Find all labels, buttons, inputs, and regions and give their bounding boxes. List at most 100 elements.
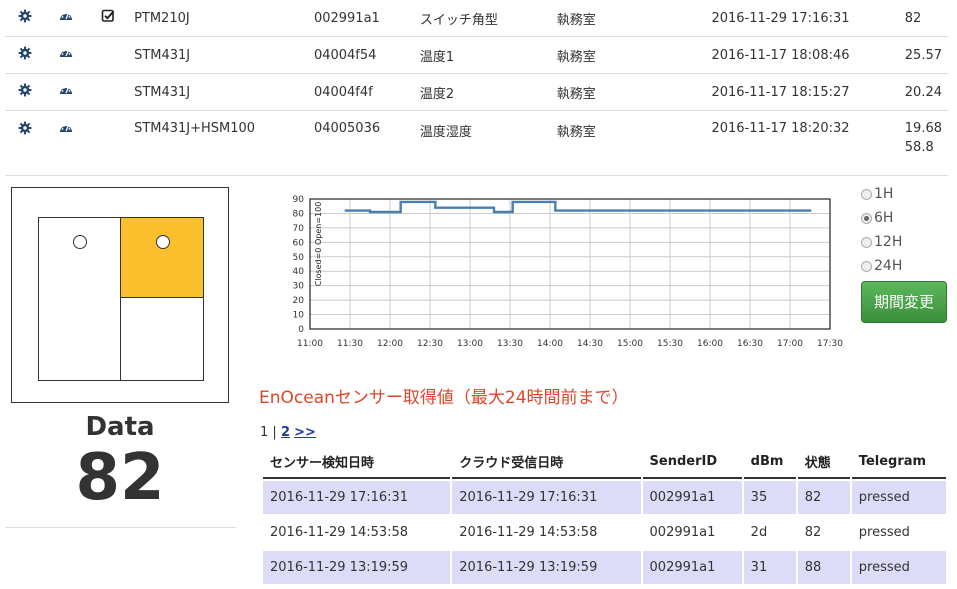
- sensor-row[interactable]: PTM210J 002991a1 スイッチ角型 執務室 2016-11-29 17:16…: [5, 0, 948, 37]
- radio-24h[interactable]: [861, 260, 872, 272]
- y-tick-label: 30: [293, 282, 305, 292]
- checkbox-cell[interactable]: [87, 73, 129, 111]
- gear-icon[interactable]: [18, 46, 32, 64]
- log-cell: 82: [797, 481, 850, 514]
- data-label: Data: [85, 412, 155, 442]
- series-line: [344, 200, 812, 214]
- speedometer-icon[interactable]: [59, 12, 73, 27]
- log-header: クラウド受信日時: [452, 445, 641, 479]
- period-option-6h[interactable]: 6H: [861, 206, 902, 230]
- room-active: [120, 217, 204, 299]
- y-tick-label: 70: [293, 224, 305, 234]
- sensor-location: 執務室: [550, 0, 706, 37]
- period-option-label: 6H: [874, 210, 894, 226]
- pager-current: 1: [260, 425, 269, 440]
- sensor-row[interactable]: STM431J+HSM100 04005036 温度湿度 執務室 2016-11-17 …: [5, 110, 948, 176]
- settings-cell[interactable]: [5, 0, 45, 37]
- sensor-name: 温度1: [413, 36, 551, 74]
- y-tick-label: 60: [293, 238, 305, 248]
- pager: 1 | 2 >>: [260, 425, 316, 440]
- x-tick-label: 15:00: [617, 339, 643, 349]
- section-title: EnOceanセンサー取得値（最大24時間前まで）: [259, 388, 629, 408]
- pager-next[interactable]: >>: [294, 425, 316, 440]
- sensor-row[interactable]: STM431J 04004f4f 温度2 執務室 2016-11-17 18:15:27…: [5, 73, 948, 111]
- room-bottom: [120, 297, 204, 381]
- speedometer-icon[interactable]: [59, 124, 73, 139]
- checkbox-cell[interactable]: [87, 0, 129, 37]
- radio-12h[interactable]: [861, 236, 872, 248]
- log-header: センサー検知日時: [263, 445, 451, 479]
- divider: [5, 527, 236, 528]
- pager-page-2[interactable]: 2: [281, 425, 290, 440]
- log-header: dBm: [743, 445, 796, 479]
- checkbox-cell[interactable]: [87, 36, 129, 74]
- dashboard-cell[interactable]: [44, 36, 88, 74]
- log-cell: 2d: [750, 525, 768, 540]
- speedometer-icon[interactable]: [59, 49, 73, 64]
- sensor-timestamp: 2016-11-17 18:08:46: [705, 36, 899, 74]
- x-tick-label: 16:30: [737, 339, 763, 349]
- y-axis-label: Closed=0 Open=100: [314, 202, 323, 287]
- log-header: Telegram: [851, 445, 946, 479]
- gear-icon[interactable]: [18, 83, 32, 101]
- x-tick-label: 11:00: [297, 339, 323, 349]
- checkbox-cell[interactable]: [87, 110, 129, 176]
- x-tick-label: 14:30: [577, 339, 603, 349]
- settings-cell[interactable]: [5, 110, 45, 176]
- period-option-12h[interactable]: 12H: [861, 230, 902, 254]
- sensor-id: 04004f54: [307, 36, 414, 74]
- speedometer-icon[interactable]: [59, 86, 73, 101]
- sensor-value: 25.57: [898, 36, 948, 74]
- sensor-timestamp: 2016-11-17 18:20:32: [705, 110, 899, 176]
- y-tick-label: 20: [293, 296, 305, 306]
- log-cell: 2016-11-29 14:53:58: [270, 525, 409, 540]
- log-cell: 002991a1: [642, 551, 742, 584]
- sensor-name: 温度湿度: [413, 110, 551, 176]
- y-tick-label: 40: [293, 267, 305, 277]
- sensor-id: 002991a1: [307, 0, 414, 37]
- sensor-location: 執務室: [550, 36, 706, 74]
- sensor-model: PTM210J: [128, 0, 308, 37]
- log-cell: 2016-11-29 14:53:58: [459, 525, 598, 540]
- gear-icon[interactable]: [18, 9, 32, 27]
- sensor-value: 20.24: [898, 73, 948, 111]
- period-option-label: 24H: [874, 258, 903, 274]
- gear-icon[interactable]: [18, 121, 32, 139]
- sensor-timestamp: 2016-11-17 18:15:27: [705, 73, 899, 111]
- log-cell: 2016-11-29 17:16:31: [263, 481, 451, 514]
- dashboard-cell[interactable]: [44, 73, 88, 111]
- log-cell: 82: [804, 525, 822, 540]
- log-header: 状態: [797, 445, 850, 479]
- plot-area: [309, 198, 831, 330]
- floor-map: [11, 187, 229, 403]
- y-tick-label: 10: [293, 311, 305, 321]
- dashboard-cell[interactable]: [44, 0, 88, 37]
- sensor-timestamp: 2016-11-29 17:16:31: [705, 0, 899, 37]
- sensor-model: STM431J: [128, 36, 308, 74]
- x-tick-label: 13:00: [457, 339, 483, 349]
- log-row: 2016-11-29 14:53:58 2016-11-29 14:53:58 00…: [263, 516, 946, 549]
- sensor-marker-active[interactable]: [156, 235, 170, 249]
- x-tick-label: 12:00: [377, 339, 403, 349]
- x-tick-label: 13:30: [497, 339, 523, 349]
- sensor-row[interactable]: STM431J 04004f54 温度1 執務室 2016-11-17 18:08:46…: [5, 36, 948, 74]
- dashboard-cell[interactable]: [44, 110, 88, 176]
- sensor-value-2: 58.8: [904, 140, 934, 155]
- radio-6h[interactable]: [861, 212, 872, 224]
- log-header: SenderID: [642, 445, 742, 479]
- settings-cell[interactable]: [5, 73, 45, 111]
- change-period-button[interactable]: 期間変更: [861, 281, 947, 323]
- sensor-value: 19.68: [904, 121, 942, 136]
- period-option-label: 1H: [874, 186, 894, 202]
- settings-cell[interactable]: [5, 36, 45, 74]
- radio-1h[interactable]: [861, 188, 872, 200]
- period-option-24h[interactable]: 24H: [861, 254, 902, 278]
- sensor-name: 温度2: [413, 73, 551, 111]
- data-value: 82: [75, 441, 165, 515]
- log-cell: 35: [743, 481, 796, 514]
- checked-square-icon[interactable]: [101, 9, 115, 27]
- log-cell: 2016-11-29 13:19:59: [263, 551, 451, 584]
- sensor-marker[interactable]: [73, 235, 87, 249]
- sensor-value-cell: 19.68 58.8: [898, 110, 948, 176]
- period-option-1h[interactable]: 1H: [861, 182, 902, 206]
